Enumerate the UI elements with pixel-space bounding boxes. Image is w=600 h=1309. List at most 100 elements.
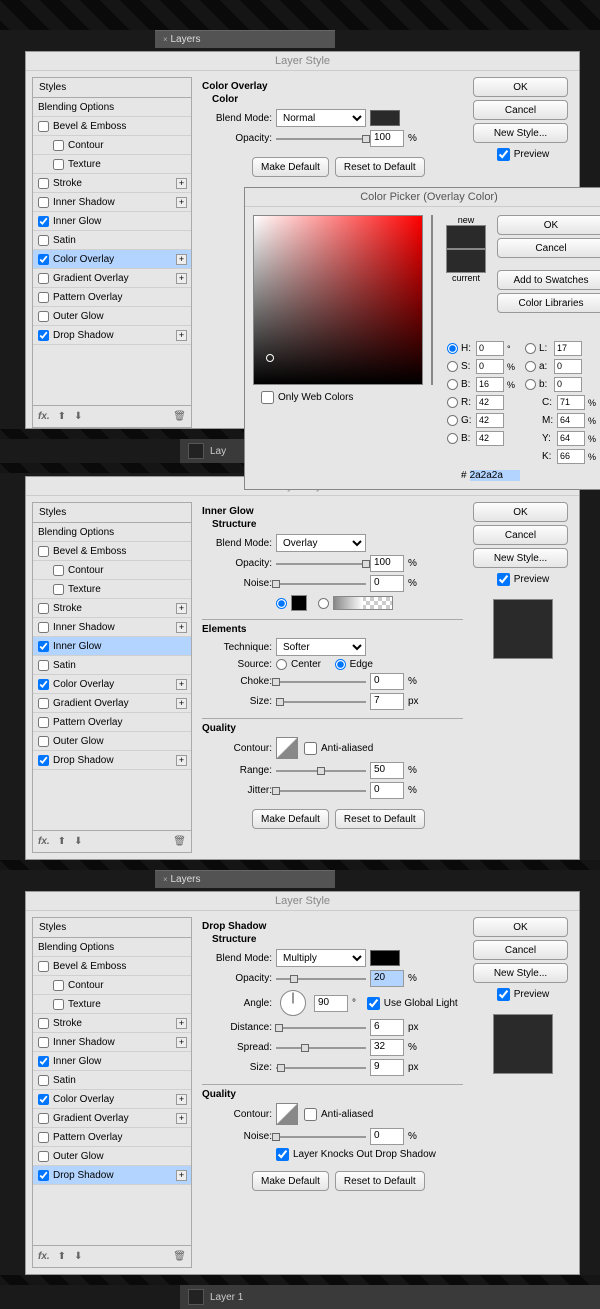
hue-slider[interactable]	[431, 215, 433, 385]
up-arrow-icon[interactable]: ⬆	[58, 1251, 66, 1262]
color-swatch[interactable]	[370, 110, 400, 126]
plus-icon[interactable]: +	[176, 197, 187, 208]
style-drop-shadow[interactable]: Drop Shadow+	[33, 1166, 191, 1185]
spread-slider[interactable]	[276, 1041, 366, 1055]
reset-default-button[interactable]: Reset to Default	[335, 157, 425, 177]
make-default-button[interactable]: Make Default	[252, 1171, 329, 1191]
style-outer-glow[interactable]: Outer Glow	[33, 307, 191, 326]
g-input[interactable]: 42	[476, 413, 504, 428]
l-radio[interactable]	[525, 343, 536, 354]
plus-icon[interactable]: +	[176, 178, 187, 189]
new-color-swatch[interactable]	[446, 225, 486, 249]
new-style-button[interactable]: New Style...	[473, 963, 568, 983]
checkbox[interactable]	[38, 178, 49, 189]
new-style-button[interactable]: New Style...	[473, 548, 568, 568]
style-bevel[interactable]: Bevel & Emboss	[33, 117, 191, 136]
cancel-button[interactable]: Cancel	[473, 100, 568, 120]
checkbox[interactable]	[38, 216, 49, 227]
preview-checkbox[interactable]	[497, 148, 510, 161]
jitter-slider[interactable]	[276, 784, 366, 798]
style-inner-shadow[interactable]: Inner Shadow+	[33, 1033, 191, 1052]
b-input[interactable]: 42	[476, 431, 504, 446]
style-pattern-overlay[interactable]: Pattern Overlay	[33, 288, 191, 307]
r-input[interactable]: 42	[476, 395, 504, 410]
layers-panel-tab[interactable]: × Layers	[155, 870, 335, 888]
source-center-radio[interactable]	[276, 659, 287, 670]
fx-icon[interactable]: fx.	[38, 411, 50, 422]
style-gradient-overlay[interactable]: Gradient Overlay+	[33, 1109, 191, 1128]
opacity-input[interactable]: 100	[370, 555, 404, 572]
distance-slider[interactable]	[276, 1021, 366, 1035]
saturation-field[interactable]	[253, 215, 423, 385]
blend-mode-select[interactable]: Overlay	[276, 534, 366, 552]
style-pattern-overlay[interactable]: Pattern Overlay	[33, 713, 191, 732]
l-input[interactable]: 17	[554, 341, 582, 356]
add-swatches-button[interactable]: Add to Swatches	[497, 270, 600, 290]
choke-input[interactable]: 0	[370, 673, 404, 690]
style-bevel[interactable]: Bevel & Emboss	[33, 542, 191, 561]
close-icon[interactable]: ×	[163, 35, 168, 44]
style-stroke[interactable]: Stroke+	[33, 174, 191, 193]
layer-name[interactable]: Layer 1	[210, 1292, 243, 1303]
plus-icon[interactable]: +	[176, 254, 187, 265]
style-texture[interactable]: Texture	[33, 580, 191, 599]
style-satin[interactable]: Satin	[33, 231, 191, 250]
layer-thumbnail[interactable]	[188, 443, 204, 459]
plus-icon[interactable]: +	[176, 1018, 187, 1029]
picker-ok-button[interactable]: OK	[497, 215, 600, 235]
styles-header[interactable]: Styles	[33, 918, 191, 938]
style-inner-shadow[interactable]: Inner Shadow+	[33, 193, 191, 212]
trash-icon[interactable]: 🗑	[173, 411, 186, 422]
bv-input[interactable]: 16	[476, 377, 504, 392]
s-input[interactable]: 0	[476, 359, 504, 374]
style-stroke[interactable]: Stroke+	[33, 599, 191, 618]
r-radio[interactable]	[447, 397, 458, 408]
style-contour[interactable]: Contour	[33, 976, 191, 995]
up-arrow-icon[interactable]: ⬆	[58, 411, 66, 422]
checkbox[interactable]	[38, 292, 49, 303]
reset-default-button[interactable]: Reset to Default	[335, 1171, 425, 1191]
plus-icon[interactable]: +	[176, 1170, 187, 1181]
close-icon[interactable]: ×	[163, 875, 168, 884]
cancel-button[interactable]: Cancel	[473, 940, 568, 960]
s-radio[interactable]	[447, 361, 458, 372]
choke-slider[interactable]	[276, 675, 366, 689]
preview-checkbox[interactable]	[497, 573, 510, 586]
g-radio[interactable]	[447, 415, 458, 426]
preview-checkbox[interactable]	[497, 988, 510, 1001]
b2-input[interactable]: 0	[554, 377, 582, 392]
style-gradient-overlay[interactable]: Gradient Overlay+	[33, 269, 191, 288]
style-drop-shadow[interactable]: Drop Shadow+	[33, 751, 191, 770]
plus-icon[interactable]: +	[176, 1113, 187, 1124]
glow-color-swatch[interactable]	[291, 595, 307, 611]
style-drop-shadow[interactable]: Drop Shadow+	[33, 326, 191, 345]
color-libraries-button[interactable]: Color Libraries	[497, 293, 600, 313]
opacity-input[interactable]: 100	[370, 130, 404, 147]
gradient-radio[interactable]	[318, 598, 329, 609]
picker-cancel-button[interactable]: Cancel	[497, 238, 600, 258]
contour-swatch[interactable]	[276, 1103, 298, 1125]
style-outer-glow[interactable]: Outer Glow	[33, 732, 191, 751]
noise-slider[interactable]	[276, 1130, 366, 1144]
plus-icon[interactable]: +	[176, 679, 187, 690]
k-input[interactable]: 66	[557, 449, 585, 464]
style-outer-glow[interactable]: Outer Glow	[33, 1147, 191, 1166]
range-input[interactable]: 50	[370, 762, 404, 779]
style-pattern-overlay[interactable]: Pattern Overlay	[33, 1128, 191, 1147]
style-color-overlay[interactable]: Color Overlay+	[33, 250, 191, 269]
m-input[interactable]: 64	[557, 413, 585, 428]
blending-options-row[interactable]: Blending Options	[33, 523, 191, 542]
source-edge-radio[interactable]	[335, 659, 346, 670]
style-contour[interactable]: Contour	[33, 136, 191, 155]
anti-aliased-checkbox[interactable]	[304, 742, 317, 755]
checkbox[interactable]	[38, 235, 49, 246]
noise-input[interactable]: 0	[370, 575, 404, 592]
size-input[interactable]: 9	[370, 1059, 404, 1076]
fx-icon[interactable]: fx.	[38, 1251, 50, 1262]
plus-icon[interactable]: +	[176, 1037, 187, 1048]
hex-input[interactable]: 2a2a2a	[470, 470, 520, 481]
b3-radio[interactable]	[525, 379, 536, 390]
opacity-slider[interactable]	[276, 132, 366, 146]
plus-icon[interactable]: +	[176, 273, 187, 284]
make-default-button[interactable]: Make Default	[252, 157, 329, 177]
